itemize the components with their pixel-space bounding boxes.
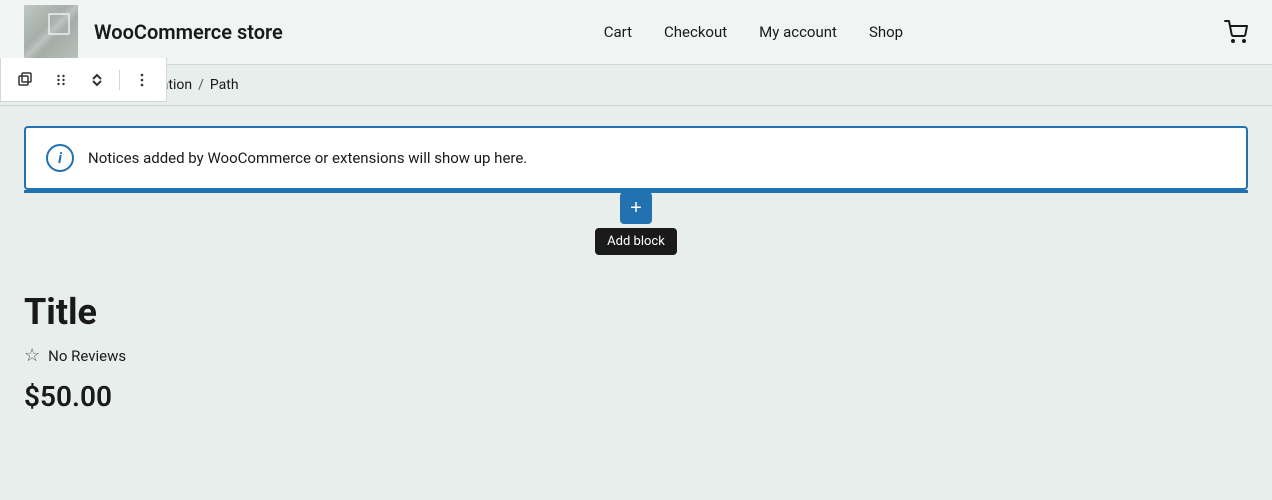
breadcrumb: Breadcrumbs / Navigation / Path: [24, 77, 1248, 93]
nav-link-shop[interactable]: Shop: [869, 23, 903, 41]
block-options-btn[interactable]: [126, 64, 158, 96]
cart-icon: [1224, 20, 1248, 44]
site-header: WooCommerce store Cart Checkout My accou…: [0, 0, 1272, 65]
notice-text: Notices added by WooCommerce or extensio…: [88, 149, 527, 167]
reviews-text: No Reviews: [48, 347, 126, 365]
add-block-plus-btn[interactable]: +: [620, 192, 652, 224]
drag-handle-btn[interactable]: [45, 64, 77, 96]
product-title: Title: [24, 291, 1248, 333]
product-section: Title ☆ No Reviews $50.00: [0, 275, 1272, 429]
block-toolbar: [0, 58, 167, 102]
star-icon: ☆: [24, 345, 40, 366]
breadcrumb-area: Breadcrumbs / Navigation / Path: [0, 65, 1272, 106]
product-price: $50.00: [24, 380, 1248, 413]
breadcrumb-separator-2: /: [198, 77, 204, 93]
breadcrumb-item-path: Path: [210, 77, 239, 93]
nav-link-my-account[interactable]: My account: [759, 23, 837, 41]
toolbar-divider: [119, 70, 120, 90]
add-block-btn-wrap: + Add block: [595, 192, 677, 255]
notice-box: i Notices added by WooCommerce or extens…: [24, 126, 1248, 190]
move-updown-btn[interactable]: [81, 64, 113, 96]
cart-icon-wrap[interactable]: [1224, 20, 1248, 44]
reviews-row: ☆ No Reviews: [24, 345, 1248, 366]
main-content: i Notices added by WooCommerce or extens…: [0, 106, 1272, 275]
site-logo: [24, 5, 78, 59]
nav-link-cart[interactable]: Cart: [604, 23, 632, 41]
add-block-tooltip: Add block: [595, 228, 677, 255]
notice-icon: i: [46, 144, 74, 172]
nav-link-checkout[interactable]: Checkout: [664, 23, 727, 41]
duplicate-block-btn[interactable]: [9, 64, 41, 96]
add-block-area: + Add block: [24, 190, 1248, 255]
site-title: WooCommerce store: [94, 20, 283, 44]
header-left: WooCommerce store: [24, 5, 283, 59]
header-nav: Cart Checkout My account Shop: [604, 23, 903, 41]
